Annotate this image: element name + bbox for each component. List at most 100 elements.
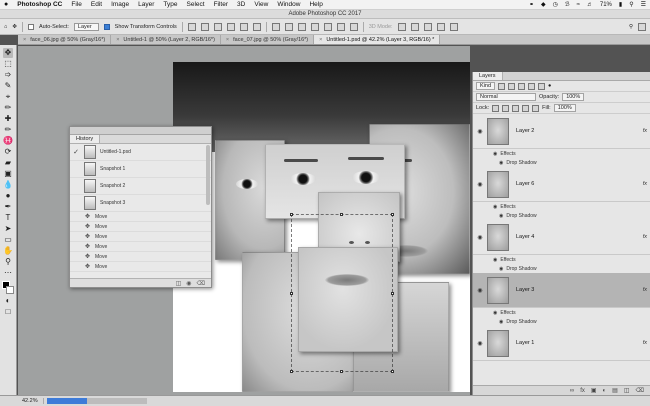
- 3d-orbit-icon[interactable]: [397, 22, 406, 31]
- menu-filter[interactable]: Filter: [214, 1, 228, 8]
- camera-icon[interactable]: ◉: [186, 280, 191, 287]
- fx-icon[interactable]: fx: [643, 234, 647, 240]
- effects-row[interactable]: ◉ Effects: [473, 149, 650, 158]
- menu-list-icon[interactable]: ☰: [641, 1, 646, 8]
- transform-handle[interactable]: [340, 370, 343, 373]
- transform-handle[interactable]: [391, 370, 394, 373]
- 3d-roll-icon[interactable]: [410, 22, 419, 31]
- distribute-right-icon[interactable]: [336, 22, 345, 31]
- history-step[interactable]: ✥ Move: [70, 242, 211, 252]
- link-layers-icon[interactable]: ∞: [570, 388, 574, 394]
- app-menu[interactable]: Photoshop CC: [17, 1, 62, 8]
- menu-type[interactable]: Type: [163, 1, 177, 8]
- 3d-slide-icon[interactable]: [436, 22, 445, 31]
- tab-face-06[interactable]: × face_06.jpg @ 50% (Gray/16*): [18, 35, 112, 44]
- clone-stamp-tool-icon[interactable]: ♓: [3, 136, 13, 146]
- visibility-eye-icon[interactable]: ◉: [473, 234, 487, 241]
- apple-icon[interactable]: ●: [4, 1, 8, 8]
- tab-history[interactable]: History: [70, 135, 101, 143]
- align-bottom-icon[interactable]: [213, 22, 222, 31]
- tab-untitled-1-psd[interactable]: × Untitled-1.psd @ 42.2% (Layer 3, RGB/16…: [314, 35, 441, 44]
- fx-icon[interactable]: fx: [643, 340, 647, 346]
- opacity-input[interactable]: 100%: [562, 93, 585, 101]
- add-style-icon[interactable]: fx: [580, 388, 585, 394]
- drop-shadow-row[interactable]: ◉ Drop Shadow: [473, 317, 650, 326]
- align-middle-icon[interactable]: [200, 22, 209, 31]
- add-mask-icon[interactable]: ▣: [591, 387, 597, 394]
- filter-toggle-icon[interactable]: ●: [548, 83, 551, 89]
- menu-help[interactable]: Help: [309, 1, 322, 8]
- timemachine-icon[interactable]: ◷: [553, 1, 558, 8]
- tab-untitled-1[interactable]: × Untitled-1 @ 50% (Layer 2, RGB/16*): [111, 35, 221, 44]
- layer-item[interactable]: ◉ Layer 1 fx: [473, 326, 650, 361]
- marquee-tool-icon[interactable]: ⬚: [3, 59, 13, 69]
- zoom-level[interactable]: 42.2%: [18, 398, 44, 404]
- auto-select-checkbox[interactable]: [27, 23, 34, 30]
- visibility-eye-icon[interactable]: ◉: [499, 319, 503, 325]
- fx-icon[interactable]: fx: [643, 181, 647, 187]
- menu-view[interactable]: View: [254, 1, 268, 8]
- 3d-pan-icon[interactable]: [423, 22, 432, 31]
- history-snapshot[interactable]: Snapshot 2: [70, 178, 211, 195]
- menu-edit[interactable]: Edit: [91, 1, 102, 8]
- visibility-eye-icon[interactable]: ◉: [493, 257, 497, 263]
- menu-file[interactable]: File: [71, 1, 81, 8]
- align-center-icon[interactable]: [239, 22, 248, 31]
- home-icon[interactable]: ⌂: [4, 24, 7, 30]
- history-snapshot[interactable]: Snapshot 3: [70, 195, 211, 212]
- close-icon[interactable]: ×: [319, 35, 322, 44]
- new-document-from-state-icon[interactable]: ◫: [176, 280, 182, 287]
- color-swatches[interactable]: [1, 281, 15, 295]
- history-scrollbar[interactable]: [206, 145, 210, 205]
- tab-layers[interactable]: Layers: [473, 72, 503, 80]
- menu-window[interactable]: Window: [277, 1, 300, 8]
- volume-icon[interactable]: ♬: [587, 2, 593, 8]
- distribute-top-icon[interactable]: [271, 22, 280, 31]
- move-tool-icon[interactable]: ✥: [3, 48, 13, 58]
- lasso-tool-icon[interactable]: ➩: [3, 70, 13, 80]
- history-step[interactable]: ✥ Move: [70, 212, 211, 222]
- transform-handle[interactable]: [290, 292, 293, 295]
- show-transform-checkbox[interactable]: [103, 23, 110, 30]
- visibility-eye-icon[interactable]: ◉: [473, 181, 487, 188]
- trash-icon[interactable]: ⌫: [197, 280, 205, 287]
- close-icon[interactable]: ×: [23, 35, 26, 44]
- filter-type-icon[interactable]: [518, 82, 526, 90]
- visibility-eye-icon[interactable]: ◉: [493, 151, 497, 157]
- healing-tool-icon[interactable]: ✚: [3, 114, 13, 124]
- lock-artboard-icon[interactable]: [522, 104, 530, 112]
- menu-select[interactable]: Select: [187, 1, 205, 8]
- eyedropper-tool-icon[interactable]: ✏: [3, 103, 13, 113]
- transform-handle[interactable]: [391, 213, 394, 216]
- search-icon[interactable]: ⚲: [629, 1, 633, 8]
- filter-kind-dropdown[interactable]: Kind: [476, 82, 496, 90]
- wifi-icon[interactable]: ≈: [577, 2, 580, 8]
- blend-mode-dropdown[interactable]: Normal: [476, 93, 536, 101]
- workspace-switcher-icon[interactable]: [638, 22, 646, 31]
- creative-cloud-icon[interactable]: ⚭: [529, 1, 534, 8]
- lock-image-icon[interactable]: [502, 104, 510, 112]
- crop-tool-icon[interactable]: ⌖: [3, 92, 13, 102]
- effects-row[interactable]: ◉ Effects: [473, 255, 650, 264]
- filter-smart-object-icon[interactable]: [538, 82, 546, 90]
- eraser-tool-icon[interactable]: ▰: [3, 158, 13, 168]
- battery-icon[interactable]: ▮: [619, 1, 622, 8]
- layer-item-selected[interactable]: ◉ Layer 3 fx: [473, 273, 650, 308]
- lock-position-icon[interactable]: [512, 104, 520, 112]
- zoom-tool-icon[interactable]: ⚲: [3, 257, 13, 267]
- menu-image[interactable]: Image: [111, 1, 129, 8]
- align-right-icon[interactable]: [252, 22, 261, 31]
- layer-item[interactable]: ◉ Layer 2 fx: [473, 114, 650, 149]
- auto-select-dropdown[interactable]: Layer: [73, 22, 99, 31]
- history-step[interactable]: ✥ Move: [70, 262, 211, 272]
- hand-tool-icon[interactable]: ✋: [3, 246, 13, 256]
- distribute-middle-icon[interactable]: [284, 22, 293, 31]
- brush-tool-icon[interactable]: ✏: [3, 125, 13, 135]
- quick-mask-icon[interactable]: ◐: [3, 296, 13, 306]
- history-step[interactable]: ✥ Move: [70, 222, 211, 232]
- new-group-icon[interactable]: ▤: [612, 387, 618, 394]
- align-left-icon[interactable]: [226, 22, 235, 31]
- history-source[interactable]: ✓ Untitled-1.psd: [70, 144, 211, 161]
- lock-all-icon[interactable]: [532, 104, 540, 112]
- distribute-bottom-icon[interactable]: [297, 22, 306, 31]
